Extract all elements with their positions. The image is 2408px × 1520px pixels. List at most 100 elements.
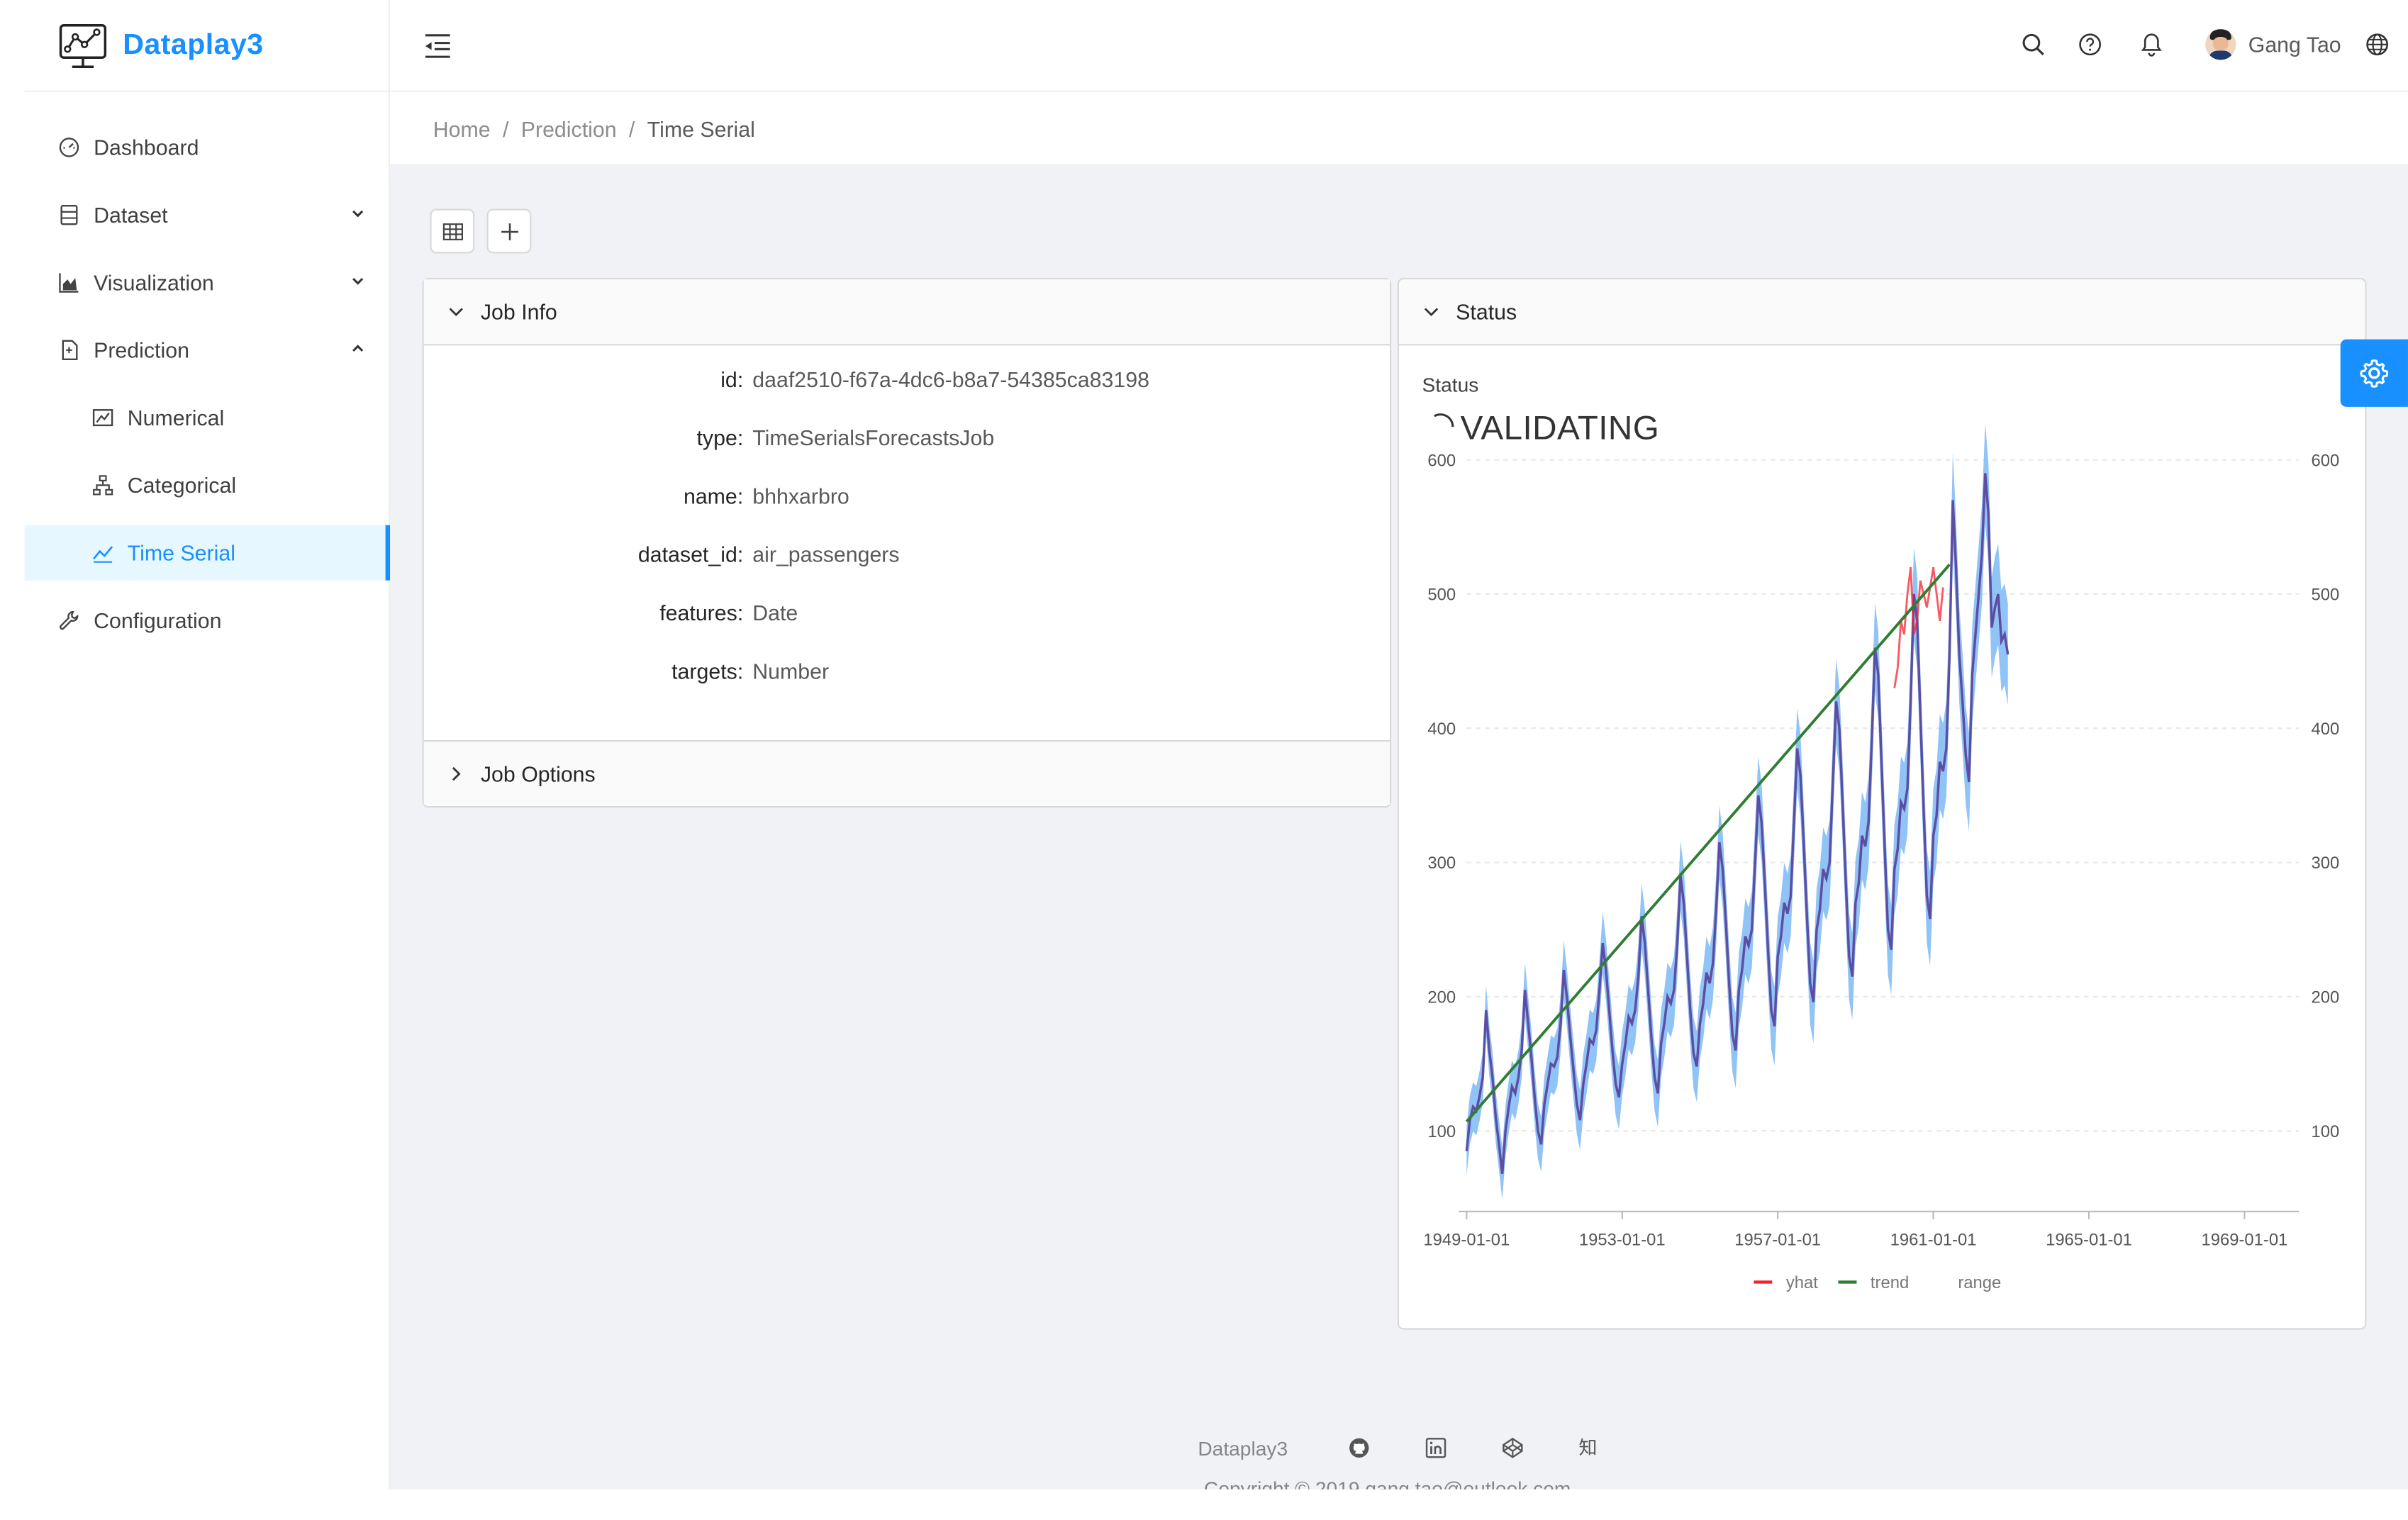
breadcrumb-current: Time Serial: [647, 116, 755, 142]
sidebar-item-time-serial[interactable]: Time Serial: [24, 525, 391, 581]
app-name: Dataplay3: [123, 29, 264, 62]
y-tick-label-right: 600: [2312, 451, 2340, 470]
breadcrumb-home[interactable]: Home: [433, 117, 491, 142]
footer-brand[interactable]: Dataplay3: [1198, 1437, 1288, 1460]
info-value: Number: [752, 659, 830, 683]
info-row-type: type: TimeSerialsForecastsJob: [424, 386, 1390, 450]
search-icon[interactable]: [2021, 32, 2046, 57]
zhihu-icon[interactable]: 知: [1578, 1437, 1600, 1458]
page-bottom-edge: [0, 1489, 2408, 1520]
line-chart-icon: [92, 407, 113, 428]
chevron-up-icon: [352, 345, 364, 352]
settings-drawer-button[interactable]: [2340, 339, 2408, 407]
github-icon[interactable]: [1349, 1437, 1370, 1458]
job-options-header[interactable]: Job Options: [423, 739, 1390, 805]
sidebar-item-visualization[interactable]: Visualization: [25, 255, 390, 311]
sidebar-item-label: Configuration: [94, 608, 222, 633]
tool-icon: [58, 610, 79, 631]
sidebar-item-dashboard[interactable]: Dashboard: [25, 120, 390, 175]
stock-icon: [92, 542, 113, 564]
chevron-down-icon: [352, 210, 364, 218]
chevron-right-icon: [452, 766, 461, 781]
sidebar: Dataplay3 Dashboard Dataset Visualizatio…: [0, 0, 391, 1520]
user-menu[interactable]: Gang Tao: [2205, 29, 2341, 60]
breadcrumb-separator: /: [502, 116, 509, 142]
sidebar-item-categorical[interactable]: Categorical: [25, 457, 390, 513]
y-tick-label: 500: [1427, 586, 1456, 605]
y-tick-label-right: 100: [2312, 1122, 2340, 1141]
main-content: Job Info id: daaf2510-f67a-4dc6-b8a7-543…: [390, 165, 2408, 1490]
x-tick-label: 1969-01-01: [2202, 1230, 2288, 1249]
y-tick-label: 300: [1427, 854, 1456, 873]
status-collapse: Status Status VALIDATING 100 100 200 200 300…: [1397, 278, 2367, 1330]
sidebar-item-label: Dashboard: [94, 135, 199, 160]
plus-icon: [501, 223, 518, 240]
sidebar-item-label: Numerical: [127, 405, 225, 430]
trend-series-line: [1465, 564, 1951, 1123]
y-tick-label: 200: [1427, 988, 1456, 1007]
menu-fold-icon[interactable]: [424, 32, 452, 60]
chevron-down-icon: [449, 308, 463, 316]
table-icon: [442, 223, 462, 240]
job-info-title: Job Info: [480, 299, 557, 324]
y-tick-label-right: 500: [2312, 586, 2340, 605]
breadcrumb-separator: /: [628, 116, 635, 142]
y-tick-label-right: 400: [2312, 720, 2340, 739]
info-key: targets:: [671, 659, 744, 683]
x-tick-label: 1961-01-01: [1890, 1230, 1977, 1249]
bell-icon[interactable]: [2139, 32, 2164, 57]
sidebar-item-label: Visualization: [94, 270, 214, 295]
avatar: [2205, 29, 2236, 60]
sidebar-item-dataset[interactable]: Dataset: [25, 187, 390, 242]
y-tick-label-right: 200: [2312, 988, 2340, 1007]
sidebar-item-label: Time Serial: [127, 540, 235, 566]
info-row-targets: targets: Number: [424, 619, 1390, 683]
dashboard-icon: [58, 137, 79, 158]
sidebar-item-label: Categorical: [127, 473, 237, 498]
cluster-icon: [92, 474, 113, 496]
database-icon: [58, 204, 79, 225]
y-tick-label-right: 300: [2312, 854, 2340, 873]
globe-icon[interactable]: [2365, 32, 2390, 57]
info-row-dataset-id: dataset_id: air_passengers: [424, 502, 1390, 567]
dataplay-logo-icon: [59, 24, 107, 68]
area-chart-icon: [58, 272, 79, 293]
app-logo[interactable]: Dataplay3: [58, 21, 263, 70]
y-tick-label: 100: [1427, 1122, 1456, 1141]
info-row-id: id: daaf2510-f67a-4dc6-b8a7-54385ca83198: [424, 327, 1390, 392]
sidebar-item-prediction[interactable]: Prediction: [25, 323, 390, 378]
job-options-title: Job Options: [480, 761, 596, 786]
time-series-chart: 100 100 200 200 300 300 400 400 500 500 600 600 1949…: [1423, 423, 2340, 1292]
y-tick-label: 400: [1427, 720, 1456, 739]
top-header: Gang Tao: [390, 0, 2408, 92]
footer: Dataplay3 知 Copyright © 2019 gang.tao@ou…: [390, 1416, 2408, 1500]
logo-divider: [24, 90, 391, 92]
chevron-down-icon: [352, 278, 364, 285]
help-icon[interactable]: [2078, 32, 2102, 57]
linkedin-icon[interactable]: [1425, 1437, 1447, 1458]
file-icon: [58, 340, 79, 361]
job-info-collapse: Job Info id: daaf2510-f67a-4dc6-b8a7-543…: [422, 278, 1392, 808]
user-name: Gang Tao: [2248, 32, 2341, 57]
breadcrumb-prediction[interactable]: Prediction: [521, 117, 617, 142]
sidebar-item-configuration[interactable]: Configuration: [25, 593, 390, 648]
x-tick-label: 1957-01-01: [1734, 1230, 1821, 1249]
codepen-icon[interactable]: [1502, 1437, 1523, 1458]
sidebar-item-numerical[interactable]: Numerical: [25, 390, 390, 445]
add-job-button[interactable]: [486, 208, 532, 254]
sidebar-item-label: Dataset: [94, 202, 168, 228]
x-tick-label: 1949-01-01: [1423, 1230, 1510, 1249]
gear-icon: [2360, 359, 2389, 388]
legend-label-range: range: [1958, 1273, 2001, 1292]
info-row-features: features: Date: [424, 561, 1390, 625]
sidebar-menu: Dashboard Dataset Visualization Predicti…: [24, 120, 391, 660]
breadcrumb: Home / Prediction / Time Serial: [433, 117, 755, 142]
sidebar-item-label: Prediction: [94, 337, 189, 363]
table-view-button[interactable]: [430, 208, 475, 254]
legend-label-yhat: yhat: [1786, 1273, 1818, 1292]
x-tick-label: 1953-01-01: [1579, 1230, 1666, 1249]
x-tick-label: 1965-01-01: [2046, 1230, 2132, 1249]
info-row-name: name: bhhxarbro: [424, 444, 1390, 508]
job-info-body: id: daaf2510-f67a-4dc6-b8a7-54385ca83198…: [424, 345, 1390, 740]
y-tick-label: 600: [1427, 451, 1456, 470]
